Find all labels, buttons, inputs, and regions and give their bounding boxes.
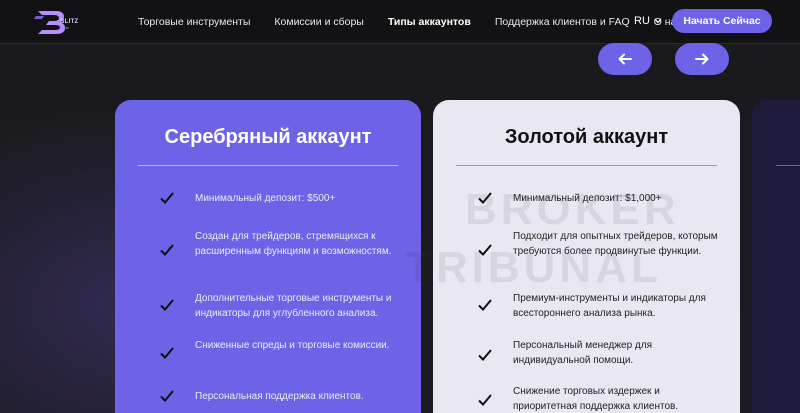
check-icon xyxy=(160,347,174,359)
next-account-card-partial xyxy=(752,100,800,413)
nav-links: Торговые инструменты Комиссии и сборы Ти… xyxy=(138,0,682,44)
check-icon xyxy=(160,192,174,204)
check-icon xyxy=(160,299,174,311)
card-title: Золотой аккаунт xyxy=(504,126,669,148)
language-selector[interactable]: RU xyxy=(634,15,662,27)
feature-text: Премиум-инструменты и индикаторы для все… xyxy=(513,293,706,319)
check-icon xyxy=(478,192,492,204)
feature-text: Снижение торговых издержек и приоритетна… xyxy=(513,386,679,412)
nav-link-fees[interactable]: Комиссии и сборы xyxy=(274,16,363,28)
feature-text: Минимальный депозит: $500+ xyxy=(195,193,336,204)
silver-account-card: Серебряный аккаунт Минимальный депозит: … xyxy=(115,100,421,413)
chevron-down-icon xyxy=(654,18,662,24)
feature-text: Минимальный депозит: $1,000+ xyxy=(513,193,662,204)
check-icon xyxy=(478,349,492,361)
start-now-label: Начать Сейчас xyxy=(683,15,761,27)
language-label: RU xyxy=(634,15,650,27)
check-icon xyxy=(478,394,492,406)
feature-text: Дополнительные торговые инструменты и ин… xyxy=(195,293,392,319)
feature-text: Персональная поддержка клиентов. xyxy=(195,391,364,402)
feature-text: Сниженные спреды и торговые комиссии. xyxy=(195,340,390,351)
gold-account-card: Золотой аккаунт Минимальный депозит: $1,… xyxy=(433,100,740,413)
brand-name: BLITZ xyxy=(60,19,79,25)
card-title: Серебряный аккаунт xyxy=(164,126,372,148)
check-icon xyxy=(160,244,174,256)
feature-text: Подходит для опытных трейдеров, которым … xyxy=(513,231,718,257)
card-divider xyxy=(456,165,717,166)
feature-text: Создан для трейдеров, стремящихся к расш… xyxy=(195,231,392,257)
feature-text: Персональный менеджер для индивидуальной… xyxy=(513,340,652,366)
arrow-left-icon xyxy=(618,53,632,65)
nav-link-support-faq[interactable]: Поддержка клиентов и FAQ xyxy=(495,16,630,28)
start-now-button[interactable]: Начать Сейчас xyxy=(672,9,772,33)
top-navbar: BLITZ Trade Торговые инструменты Комисси… xyxy=(0,0,800,44)
carousel-next-button[interactable] xyxy=(675,43,729,75)
card-divider xyxy=(776,165,800,166)
carousel-prev-button[interactable] xyxy=(598,43,652,75)
check-icon xyxy=(160,390,174,402)
nav-link-account-types[interactable]: Типы аккаунтов xyxy=(388,16,471,28)
check-icon xyxy=(478,299,492,311)
card-divider xyxy=(138,165,398,166)
nav-link-trading-tools[interactable]: Торговые инструменты xyxy=(138,16,250,28)
check-icon xyxy=(478,244,492,256)
arrow-right-icon xyxy=(695,53,709,65)
brand-subname: Trade xyxy=(60,26,70,30)
